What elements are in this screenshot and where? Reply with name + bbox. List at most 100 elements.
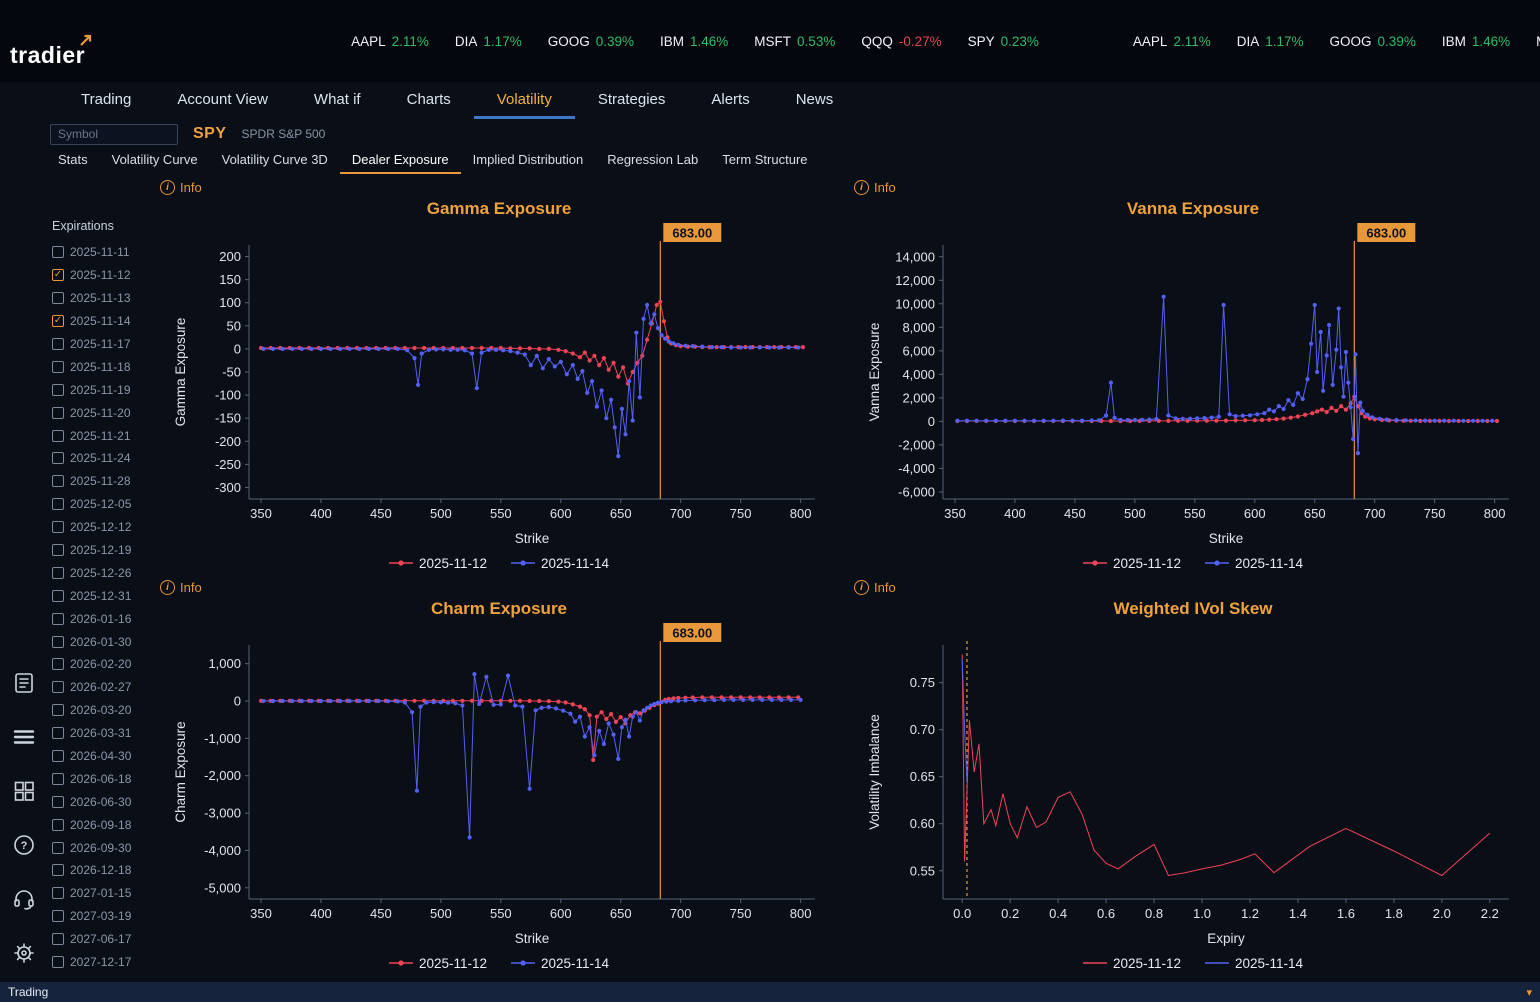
expiration-checkbox[interactable] [52, 887, 64, 900]
legend-item[interactable]: 2025-11-12 [1082, 556, 1181, 571]
expiration-row[interactable]: 2025-11-13 [52, 287, 152, 310]
legend-item[interactable]: 2025-11-12 [388, 556, 487, 571]
expiration-row[interactable]: 2026-02-27 [52, 676, 152, 699]
nav-item-account-view[interactable]: Account View [154, 82, 291, 119]
expiration-checkbox[interactable] [52, 589, 64, 602]
expiration-row[interactable]: 2025-12-26 [52, 561, 152, 584]
expiration-row[interactable]: 2027-12-17 [52, 951, 152, 974]
expiration-row[interactable]: 2026-01-30 [52, 630, 152, 653]
expiration-checkbox[interactable] [52, 383, 64, 396]
expiration-row[interactable]: 2026-06-30 [52, 790, 152, 813]
expiration-row[interactable]: ✓ 2025-11-14 [52, 310, 152, 333]
expiration-row[interactable]: 2026-03-20 [52, 699, 152, 722]
expiration-row[interactable]: 2025-11-17 [52, 333, 152, 356]
expiration-checkbox[interactable] [52, 406, 64, 419]
expiration-checkbox[interactable] [52, 498, 64, 511]
info-button[interactable]: i Info [854, 577, 896, 597]
expiration-row[interactable]: 2027-01-15 [52, 882, 152, 905]
expiration-checkbox[interactable] [52, 635, 64, 648]
legend-item[interactable]: 2025-11-14 [1205, 956, 1303, 971]
charm-exposure-chart[interactable]: 1,000 0 -1,000 -2,000 -3,000 -4,000 -5,000 350 4… [169, 621, 829, 951]
nav-item-news[interactable]: News [773, 82, 857, 119]
gamma-exposure-chart[interactable]: 200150100500-50-100-150-200-250-300350 40… [169, 221, 829, 551]
legend-item[interactable]: 2025-11-14 [511, 956, 609, 971]
expiration-checkbox[interactable] [52, 795, 64, 808]
nav-item-charts[interactable]: Charts [384, 82, 474, 119]
expiration-row[interactable]: ✓ 2025-11-12 [52, 264, 152, 287]
expiration-row[interactable]: 2025-12-31 [52, 584, 152, 607]
expiration-checkbox[interactable] [52, 841, 64, 854]
expiration-checkbox[interactable] [52, 818, 64, 831]
expiration-row[interactable]: 2027-03-19 [52, 905, 152, 928]
legend-item[interactable]: 2025-11-14 [511, 556, 609, 571]
status-dropdown-caret[interactable]: ▾ [1526, 986, 1532, 999]
news-feed-button[interactable] [11, 670, 37, 696]
subtab-stats[interactable]: Stats [46, 149, 100, 174]
tradier-logo[interactable]: tradier [10, 34, 92, 69]
expiration-row[interactable]: 2027-06-17 [52, 928, 152, 951]
expiration-row[interactable]: 2025-11-11 [52, 241, 152, 264]
expiration-row[interactable]: 2026-04-30 [52, 745, 152, 768]
expiration-row[interactable]: 2025-11-18 [52, 355, 152, 378]
nav-item-what-if[interactable]: What if [291, 82, 384, 119]
expiration-checkbox[interactable] [52, 452, 64, 465]
expiration-checkbox[interactable] [52, 772, 64, 785]
expiration-row[interactable]: 2026-12-18 [52, 859, 152, 882]
expiration-checkbox[interactable] [52, 292, 64, 305]
subtab-term-structure[interactable]: Term Structure [710, 149, 819, 174]
nav-item-volatility[interactable]: Volatility [473, 82, 575, 119]
info-button[interactable]: i Info [854, 177, 896, 197]
subtab-volatility-curve-3d[interactable]: Volatility Curve 3D [210, 149, 340, 174]
subtab-volatility-curve[interactable]: Volatility Curve [100, 149, 210, 174]
expiration-checkbox[interactable] [52, 933, 64, 946]
expiration-checkbox[interactable] [52, 704, 64, 717]
expiration-checkbox[interactable]: ✓ [52, 269, 64, 282]
subtab-regression-lab[interactable]: Regression Lab [595, 149, 710, 174]
expiration-row[interactable]: 2026-03-31 [52, 722, 152, 745]
expiration-checkbox[interactable] [52, 864, 64, 877]
expiration-checkbox[interactable] [52, 544, 64, 557]
expiration-row[interactable]: 2025-11-28 [52, 470, 152, 493]
expiration-checkbox[interactable]: ✓ [52, 315, 64, 328]
expiration-row[interactable]: 2025-11-19 [52, 378, 152, 401]
expiration-checkbox[interactable] [52, 338, 64, 350]
info-button[interactable]: i Info [160, 577, 202, 597]
expiration-row[interactable]: 2026-09-30 [52, 836, 152, 859]
nav-item-strategies[interactable]: Strategies [575, 82, 689, 119]
expiration-checkbox[interactable] [52, 910, 64, 923]
expiration-row[interactable]: 2026-01-16 [52, 607, 152, 630]
expiration-checkbox[interactable] [52, 681, 64, 694]
expiration-row[interactable]: 2025-12-19 [52, 539, 152, 562]
nav-item-trading[interactable]: Trading [58, 82, 154, 119]
legend-item[interactable]: 2025-11-12 [1082, 956, 1181, 971]
expiration-row[interactable]: 2025-11-21 [52, 424, 152, 447]
expiration-checkbox[interactable] [52, 566, 64, 579]
settings-button[interactable] [11, 940, 37, 966]
weighted-ivol-skew-chart[interactable]: 0.75 0.70 0.65 0.60 0.55 0.0 0.2 0.4 0.6 0.8 1.0 1.… [863, 621, 1523, 951]
expiration-checkbox[interactable] [52, 475, 64, 488]
support-button[interactable] [11, 886, 37, 912]
expiration-row[interactable]: 2025-12-05 [52, 493, 152, 516]
expiration-row[interactable]: 2025-12-12 [52, 516, 152, 539]
expiration-checkbox[interactable] [52, 612, 64, 625]
expiration-row[interactable]: 2026-02-20 [52, 653, 152, 676]
nav-item-alerts[interactable]: Alerts [688, 82, 772, 119]
legend-item[interactable]: 2025-11-14 [1205, 556, 1303, 571]
info-button[interactable]: i Info [160, 177, 202, 197]
expiration-row[interactable]: 2026-09-18 [52, 813, 152, 836]
help-button[interactable]: ? [11, 832, 37, 858]
subtab-dealer-exposure[interactable]: Dealer Exposure [339, 149, 461, 174]
subtab-implied-distribution[interactable]: Implied Distribution [461, 149, 596, 174]
menu-button[interactable] [11, 724, 37, 750]
expiration-row[interactable]: 2025-11-20 [52, 401, 152, 424]
expiration-checkbox[interactable] [52, 429, 64, 442]
expiration-row[interactable]: 2025-11-24 [52, 447, 152, 470]
expiration-checkbox[interactable] [52, 246, 64, 259]
expiration-checkbox[interactable] [52, 360, 64, 373]
expiration-checkbox[interactable] [52, 521, 64, 534]
symbol-input[interactable] [50, 123, 178, 145]
expiration-row[interactable]: 2026-06-18 [52, 767, 152, 790]
apps-grid-button[interactable] [11, 778, 37, 804]
vanna-exposure-chart[interactable]: 14,000 12,000 10,000 8,000 6,000 4,000 2,000 0 -… [863, 221, 1523, 551]
legend-item[interactable]: 2025-11-12 [388, 956, 487, 971]
